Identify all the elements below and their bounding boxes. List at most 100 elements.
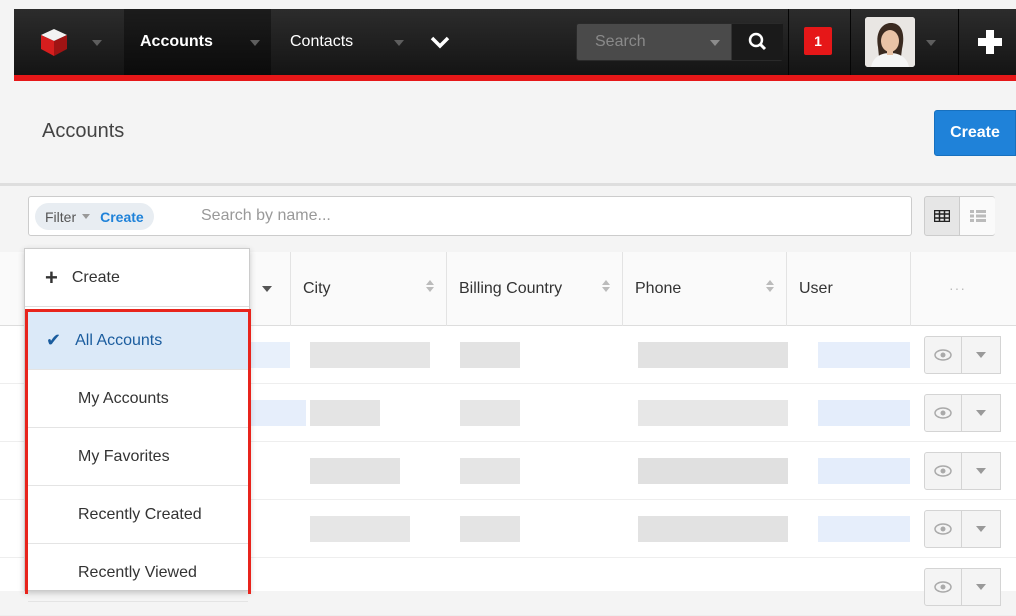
filter-option-label: My Favorites — [78, 447, 170, 465]
obscured-cell — [818, 400, 910, 426]
column-menu-caret-icon[interactable] — [262, 286, 272, 292]
row-actions-dropdown-button[interactable] — [961, 510, 1001, 548]
row-actions-dropdown-button[interactable] — [961, 568, 1001, 606]
row-actions — [924, 568, 1016, 608]
sort-icon[interactable] — [426, 280, 434, 294]
more-modules-chevron-icon[interactable] — [428, 31, 452, 53]
search-by-name-input[interactable] — [197, 197, 897, 235]
more-columns-icon[interactable]: ··· — [949, 280, 966, 296]
filter-bar: Filter Create — [28, 196, 912, 236]
filter-option-label: All Accounts — [75, 331, 163, 349]
nav-contacts-label: Contacts — [290, 33, 354, 50]
list-view-button[interactable] — [959, 196, 995, 236]
global-search — [576, 23, 783, 61]
filter-create-link[interactable]: Create — [100, 209, 144, 225]
filter-dropdown-menu: + Create ✔ All Accounts My Accounts My F… — [24, 248, 251, 602]
search-module-caret-icon[interactable] — [710, 40, 720, 46]
eye-icon — [934, 581, 952, 593]
column-header-phone[interactable]: Phone — [622, 252, 786, 326]
caret-down-icon — [976, 468, 986, 474]
search-icon — [748, 32, 767, 51]
filter-option-recently-created[interactable]: Recently Created — [28, 486, 248, 544]
eye-icon — [934, 523, 952, 535]
quick-create-plus-icon[interactable] — [975, 27, 1005, 57]
column-header-label: User — [799, 280, 833, 297]
dropdown-create-label: Create — [71, 268, 120, 286]
preview-button[interactable] — [924, 452, 962, 490]
plus-icon: + — [45, 264, 58, 290]
user-avatar[interactable] — [865, 17, 915, 67]
preview-button[interactable] — [924, 568, 962, 606]
filter-label: Filter — [45, 208, 77, 225]
table-grid-icon — [934, 210, 950, 222]
obscured-cell — [310, 342, 430, 368]
caret-down-icon — [976, 410, 986, 416]
top-nav-bar: Accounts Contacts 1 — [14, 9, 1016, 81]
filter-pill[interactable]: Filter Create — [35, 203, 154, 230]
nav-contacts-caret-icon[interactable] — [394, 40, 404, 46]
column-actions-header: ··· — [910, 252, 1016, 326]
grid-view-button[interactable] — [924, 196, 960, 236]
nav-tab-accounts[interactable]: Accounts — [124, 9, 271, 75]
preview-button[interactable] — [924, 394, 962, 432]
obscured-cell — [818, 342, 910, 368]
column-header-label: Phone — [635, 280, 682, 297]
global-search-input[interactable] — [577, 24, 707, 60]
obscured-cell — [460, 342, 520, 368]
logo-caret-icon[interactable] — [92, 40, 102, 46]
filter-option-my-accounts[interactable]: My Accounts — [28, 370, 248, 428]
obscured-cell — [638, 516, 788, 542]
nav-separator — [850, 9, 851, 75]
filter-option-label: My Accounts — [78, 389, 169, 407]
nav-separator — [788, 9, 789, 75]
eye-icon — [934, 349, 952, 361]
obscured-cell — [818, 516, 910, 542]
checkmark-icon: ✔ — [46, 330, 62, 350]
obscured-cell — [818, 458, 910, 484]
row-actions — [924, 510, 1016, 550]
sugar-cube-logo-icon[interactable] — [38, 26, 70, 58]
filter-option-all-accounts[interactable]: ✔ All Accounts — [28, 312, 248, 370]
notifications-badge[interactable]: 1 — [804, 27, 832, 55]
preview-button[interactable] — [924, 336, 962, 374]
obscured-cell — [250, 342, 290, 368]
row-actions-dropdown-button[interactable] — [961, 394, 1001, 432]
obscured-cell — [638, 400, 788, 426]
filter-option-label: Recently Created — [78, 505, 202, 523]
obscured-cell — [638, 342, 788, 368]
sort-icon[interactable] — [766, 280, 774, 294]
user-menu-caret-icon[interactable] — [926, 40, 936, 46]
column-header-label: Billing Country — [459, 280, 563, 297]
sort-icon[interactable] — [602, 280, 610, 294]
eye-icon — [934, 407, 952, 419]
caret-down-icon — [976, 352, 986, 358]
filter-option-label: Recently Viewed — [78, 563, 197, 581]
search-button[interactable] — [731, 24, 783, 60]
user-portrait-icon — [865, 17, 915, 67]
list-view-icon — [969, 210, 986, 222]
obscured-cell — [310, 458, 400, 484]
filter-option-recently-viewed[interactable]: Recently Viewed — [28, 544, 248, 602]
row-actions-dropdown-button[interactable] — [961, 452, 1001, 490]
eye-icon — [934, 465, 952, 477]
dropdown-create-filter[interactable]: + Create — [25, 249, 249, 307]
obscured-cell — [460, 400, 520, 426]
highlight-outline: ✔ All Accounts My Accounts My Favorites … — [25, 309, 251, 602]
view-toggle — [924, 196, 1016, 236]
nav-accounts-caret-icon[interactable] — [250, 40, 260, 46]
header-divider — [0, 183, 1016, 186]
obscured-cell — [460, 458, 520, 484]
filter-option-my-favorites[interactable]: My Favorites — [28, 428, 248, 486]
nav-accounts-label: Accounts — [140, 33, 213, 50]
row-actions-dropdown-button[interactable] — [961, 336, 1001, 374]
preview-button[interactable] — [924, 510, 962, 548]
column-header-user[interactable]: User — [786, 252, 910, 326]
column-header-city[interactable]: City — [290, 252, 446, 326]
filter-caret-icon[interactable] — [82, 214, 91, 219]
nav-separator — [958, 9, 959, 75]
create-record-button[interactable]: Create — [934, 110, 1016, 156]
caret-down-icon — [976, 526, 986, 532]
row-actions — [924, 394, 1016, 434]
nav-tab-contacts[interactable]: Contacts — [290, 9, 430, 75]
column-header-billing-country[interactable]: Billing Country — [446, 252, 622, 326]
